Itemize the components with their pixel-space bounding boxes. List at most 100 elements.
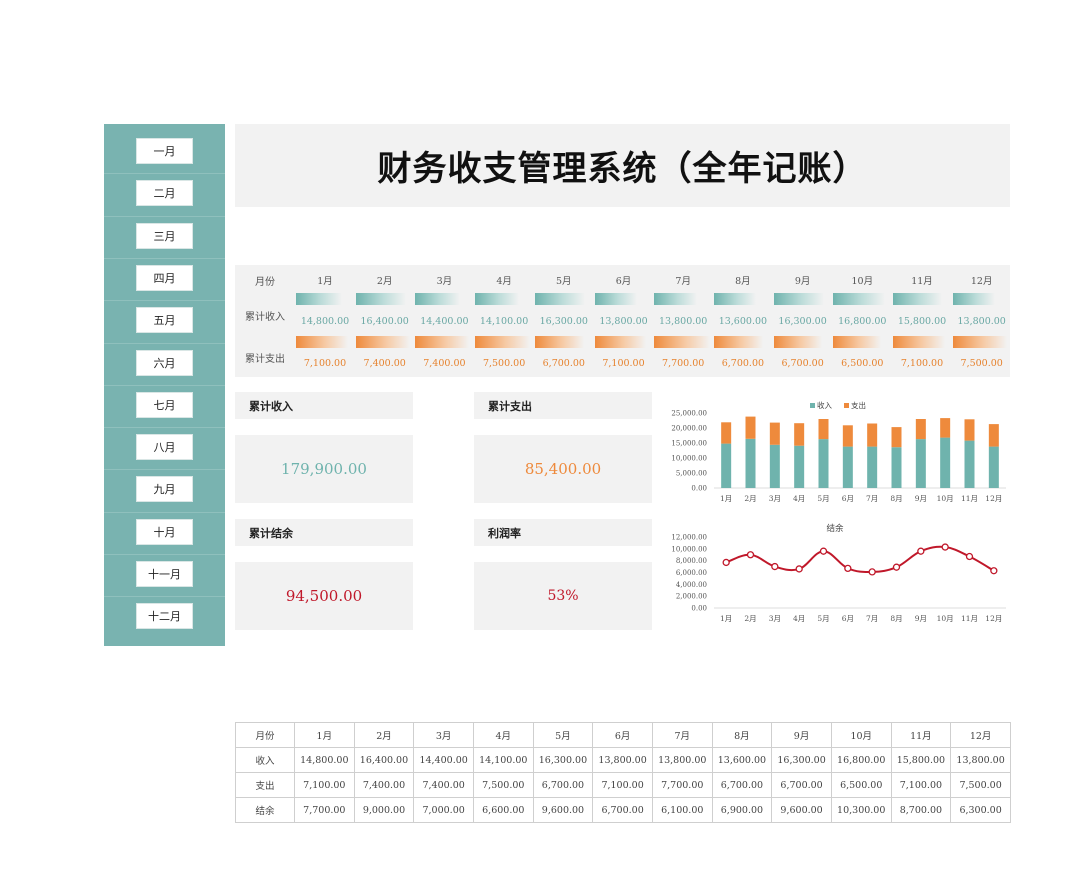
balance-data-point [941, 543, 949, 551]
income-value: 14,100.00 [479, 316, 529, 327]
table-cell: 7,000.00 [413, 797, 474, 823]
table-cell: 9,600.00 [771, 797, 832, 823]
month-button-jan[interactable]: 一月 [136, 138, 193, 164]
page-title: 财务收支管理系统（全年记账） [377, 149, 868, 189]
expense-value: 7,500.00 [482, 358, 526, 369]
y-tick-label: 4,000.00 [676, 581, 707, 589]
income-bar [964, 440, 975, 488]
sidebar-divider [104, 511, 225, 513]
x-tick-label: 3月 [769, 494, 781, 503]
profit-rate-value: 53% [474, 562, 652, 630]
income-data-bar [713, 293, 756, 305]
balance-total-value: 94,500.00 [235, 562, 413, 630]
y-tick-label: 0.00 [691, 485, 707, 493]
income-bar [794, 445, 805, 488]
strip-income-label: 累计收入 [245, 312, 285, 323]
y-tick-label: 0.00 [691, 605, 707, 613]
table-cell: 7,400.00 [353, 772, 415, 798]
y-tick-label: 2,000.00 [676, 593, 707, 601]
expense-value: 7,400.00 [363, 358, 406, 369]
expense-bar [915, 419, 926, 440]
x-tick-label: 1月 [720, 494, 732, 503]
table-cell: 9,000.00 [353, 797, 415, 823]
table-header-cell: 10月 [830, 722, 892, 748]
income-value: 13,800.00 [659, 316, 708, 327]
balance-series-line [725, 545, 995, 573]
strip-month: 3月 [436, 276, 453, 287]
table-cell: 6,700.00 [771, 772, 832, 798]
sidebar-divider [104, 342, 225, 344]
table-cell: 7,400.00 [413, 772, 474, 798]
income-bar [842, 446, 853, 488]
expense-value: 6,700.00 [721, 358, 765, 369]
y-tick-label: 25,000.00 [671, 410, 707, 418]
month-button-jul[interactable]: 七月 [136, 391, 193, 418]
strip-month: 8月 [735, 276, 751, 287]
expense-value: 7,500.00 [960, 358, 1003, 369]
table-cell: 14,800.00 [294, 747, 355, 773]
table-cell: 7,700.00 [651, 772, 713, 798]
x-tick-label: 2月 [744, 614, 756, 623]
balance-data-point [722, 558, 730, 567]
sidebar-divider [104, 469, 225, 471]
month-button-jun[interactable]: 六月 [136, 349, 193, 376]
month-button-oct[interactable]: 十月 [136, 518, 193, 545]
expense-data-bar [952, 336, 1008, 348]
x-tick-label: 10月 [937, 614, 954, 623]
table-header-cell: 2月 [353, 722, 415, 748]
table-cell: 16,300.00 [532, 747, 594, 773]
table-cell: 7,500.00 [950, 772, 1011, 798]
month-button-feb[interactable]: 二月 [136, 180, 193, 207]
income-bar [891, 447, 902, 488]
month-button-apr[interactable]: 四月 [136, 264, 193, 291]
month-button-aug[interactable]: 八月 [136, 434, 193, 461]
income-value: 13,800.00 [957, 316, 1006, 327]
strip-month: 9月 [794, 276, 811, 287]
table-cell: 13,800.00 [651, 747, 713, 773]
balance-data-point [917, 547, 925, 555]
y-tick-label: 10,000.00 [671, 545, 707, 553]
x-tick-label: 8月 [890, 494, 902, 503]
expense-value: 7,100.00 [602, 358, 645, 369]
month-button-mar[interactable]: 三月 [136, 222, 193, 249]
x-tick-label: 3月 [769, 614, 781, 623]
x-tick-label: 7月 [866, 494, 878, 503]
table-cell: 6,500.00 [830, 772, 892, 798]
income-bar [915, 439, 926, 488]
table-cell: 14,100.00 [472, 747, 534, 773]
strip-month: 4月 [496, 276, 512, 287]
income-value: 16,300.00 [539, 316, 588, 327]
income-data-bar [654, 293, 697, 305]
income-bar [818, 439, 829, 488]
monthly-data-table: 月份 1月 2月 3月 4月 5月 6月 7月 8月 9月 10月 11月 12月 收入 14,800.00… [235, 722, 1011, 823]
income-value: 16,400.00 [360, 316, 409, 327]
balance-line-chart: 结余 0.00 2,000.00 4,000.00 6,000.00 8,000.00 10… [671, 523, 1006, 623]
income-data-bar [893, 293, 942, 305]
expense-value: 6,500.00 [841, 358, 884, 369]
month-button-sep[interactable]: 九月 [136, 476, 193, 503]
table-row-label: 收入 [235, 747, 295, 773]
balance-data-point [868, 568, 876, 576]
sidebar-divider [104, 554, 225, 555]
income-data-bar [594, 293, 638, 305]
table-header-row: 月份 1月 2月 3月 4月 5月 6月 7月 8月 9月 10月 11月 12月 [235, 722, 1011, 748]
income-bar [745, 438, 756, 488]
x-tick-label: 2月 [744, 494, 756, 503]
expense-value: 7,400.00 [423, 358, 466, 369]
x-tick-label: 4月 [793, 614, 805, 623]
expense-bar [940, 418, 951, 438]
x-tick-label: 4月 [793, 494, 805, 503]
month-button-dec[interactable]: 十二月 [136, 603, 193, 630]
legend-expense-label: 支出 [851, 400, 866, 410]
balance-data-point [990, 567, 998, 575]
expense-bar [988, 424, 999, 447]
month-button-may[interactable]: 五月 [136, 307, 193, 334]
income-data-bar [952, 293, 996, 305]
month-button-nov[interactable]: 十一月 [136, 561, 193, 587]
table-cell: 13,600.00 [711, 747, 773, 773]
x-tick-label: 1月 [720, 614, 732, 623]
sidebar-divider [104, 384, 225, 386]
expense-total-value: 85,400.00 [474, 435, 652, 503]
y-tick-label: 5,000.00 [676, 470, 707, 478]
table-cell: 13,800.00 [592, 747, 653, 773]
